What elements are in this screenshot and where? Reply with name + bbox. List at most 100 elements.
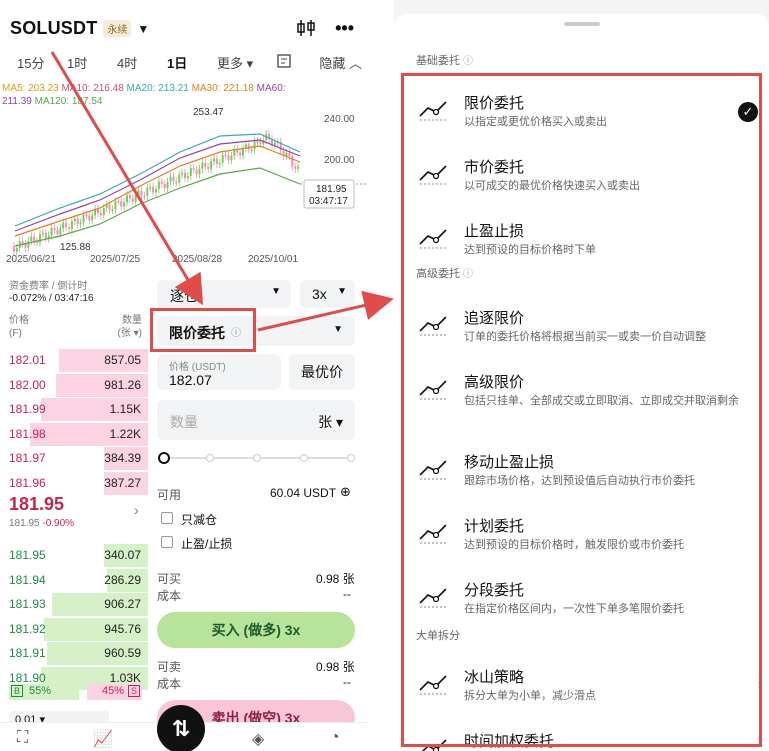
funding-label: 资金费率 / 倒计时 — [9, 281, 88, 292]
discover-icon[interactable]: ◈ — [252, 729, 264, 749]
available-label: 可用 — [157, 488, 182, 502]
sheet-handle[interactable] — [564, 22, 600, 26]
buy-sell-ratio: B 55% 45% S — [9, 684, 142, 700]
row-qty: 906.27 — [104, 597, 141, 611]
last-price[interactable]: 181.95 — [9, 494, 64, 515]
ma10-label: MA10: 216.48 — [61, 83, 124, 94]
more-icon[interactable]: ••• — [335, 18, 354, 43]
row-price: 181.97 — [9, 451, 46, 465]
chart-settings-icon[interactable] — [277, 54, 312, 71]
bid-row[interactable]: 181.93 906.27 — [0, 592, 148, 617]
ma60-label: MA60: — [256, 83, 286, 94]
ask-row[interactable]: 181.98 1.22K — [0, 422, 148, 447]
row-qty: 1.15K — [109, 402, 141, 416]
price-input-value: 182.07 — [169, 372, 212, 388]
perpetual-badge: 永续 — [103, 20, 132, 37]
tab-more[interactable]: 更多 ▾ — [217, 53, 277, 72]
row-qty: 340.07 — [104, 548, 141, 562]
section-basic: 基础委托 ⓘ — [416, 52, 473, 68]
slider-handle[interactable] — [158, 452, 170, 464]
hide-chart-button[interactable]: 隐藏 ︿ — [319, 53, 362, 72]
chevron-right-icon[interactable]: › — [134, 502, 139, 518]
symbol-header[interactable]: SOLUSDT 永续 ▼ — [10, 18, 149, 39]
x-label-2: 2025/07/25 — [90, 254, 141, 265]
quantity-placeholder: 数量 — [170, 414, 198, 430]
ask-row[interactable]: 181.97 384.39 — [0, 446, 148, 471]
funding-rate: 资金费率 / 倒计时 -0.072% / 03:47:16 — [9, 281, 94, 305]
bid-row[interactable]: 181.92 945.76 — [0, 617, 148, 642]
available-value: 60.04 USDT — [270, 486, 337, 500]
timeframe-bar: 15分 1时 4时 1日 更多 ▾ 隐藏 ︿ — [17, 53, 362, 72]
row-qty: 286.29 — [104, 572, 141, 587]
ma-line-teal — [14, 133, 301, 227]
quantity-slider[interactable] — [158, 452, 355, 464]
tp-sl-checkbox[interactable] — [161, 536, 173, 548]
chevron-down-icon[interactable]: ▼ — [137, 22, 149, 36]
add-funds-icon[interactable]: ⊕ — [340, 484, 351, 500]
bid-row[interactable]: 181.91 960.59 — [0, 641, 148, 666]
slider-mark-75[interactable] — [300, 454, 308, 462]
price-header-label: 价格 — [9, 315, 29, 326]
margin-mode-select[interactable]: 逐仓 ▼ — [157, 280, 291, 308]
slider-mark-25[interactable] — [206, 454, 214, 462]
quantity-unit[interactable]: 张 ▾ — [318, 412, 343, 432]
can-buy-value: 0.98 张 — [316, 572, 355, 586]
tab-1h[interactable]: 1时 — [67, 53, 117, 72]
bid-row[interactable]: 181.95 340.07 — [0, 543, 148, 568]
qty-header[interactable]: 数量 (张 ▾) — [108, 314, 142, 340]
ma5-label: MA5: 203.23 — [2, 83, 59, 94]
candlestick-icon[interactable] — [295, 18, 317, 43]
assets-icon[interactable]: ◔ — [330, 729, 340, 747]
countdown-label: 03:47:17 — [309, 196, 348, 207]
home-icon[interactable]: ⛶ — [17, 729, 28, 747]
row-qty: 857.05 — [104, 353, 141, 367]
row-price: 181.98 — [9, 426, 46, 441]
sell-ratio: 45% — [101, 685, 124, 697]
chevron-down-icon: ▼ — [271, 286, 281, 297]
ask-row[interactable]: 181.99 1.15K — [0, 397, 148, 422]
buy-long-button[interactable]: 买入 (做多) 3x — [157, 612, 355, 648]
row-price: 181.96 — [9, 475, 46, 490]
section-basic-label: 基础委托 — [416, 55, 460, 67]
row-price: 182.00 — [9, 377, 46, 392]
leverage-label: 3x — [312, 286, 327, 302]
ask-row[interactable]: 181.96 387.27 — [0, 471, 148, 496]
tab-1d[interactable]: 1日 — [167, 53, 217, 72]
tab-15m[interactable]: 15分 — [17, 53, 67, 72]
price-input-label: 价格 (USDT) — [169, 362, 226, 373]
market-icon[interactable]: 📈 — [93, 729, 113, 749]
y-tick-240: 240.00 — [324, 114, 355, 125]
leverage-select[interactable]: 3x ▼ — [300, 280, 355, 308]
row-qty: 945.76 — [104, 621, 141, 636]
quantity-input[interactable]: 数量 张 ▾ — [157, 400, 355, 440]
ask-row[interactable]: 182.01 857.05 — [0, 348, 148, 373]
ma-line-orange — [14, 145, 301, 237]
tab-4h[interactable]: 4时 — [117, 53, 167, 72]
annotation-box-sheet — [401, 73, 762, 747]
slider-mark-50[interactable] — [253, 454, 261, 462]
buy-tag: B — [11, 685, 24, 697]
row-price: 182.01 — [9, 353, 46, 367]
price-change: -0.90% — [42, 518, 75, 529]
best-price-button[interactable]: 最优价 — [289, 354, 355, 390]
sell-tag: S — [127, 685, 140, 697]
y-tick-200: 200.00 — [324, 155, 355, 166]
reduce-only-label: 只减仓 — [181, 513, 218, 527]
row-qty: 1.03K — [109, 670, 141, 685]
bid-row[interactable]: 181.94 286.29 — [0, 568, 148, 593]
info-icon[interactable]: ⓘ — [463, 56, 473, 67]
ma30-label: MA30: 221.18 — [191, 83, 254, 94]
trade-fab-icon[interactable]: ⇅ — [157, 705, 205, 751]
chevron-down-icon: ▼ — [333, 324, 343, 335]
x-label-3: 2025/08/28 — [172, 254, 223, 265]
quantity-unit-label: 张 — [318, 414, 333, 430]
row-qty: 387.27 — [104, 475, 141, 490]
ask-row[interactable]: 182.00 981.26 — [0, 373, 148, 398]
price-input[interactable]: 价格 (USDT) 182.07 — [157, 354, 281, 390]
slider-mark-100[interactable] — [347, 454, 355, 462]
cost-value: -- — [343, 587, 351, 601]
high-label: 253.47 — [193, 107, 224, 118]
hide-label: 隐藏 — [319, 56, 346, 71]
price-chart[interactable]: 240.00 200.00 253.47 125.88 181.95 03:47… — [0, 96, 368, 266]
reduce-only-checkbox[interactable] — [161, 512, 173, 524]
